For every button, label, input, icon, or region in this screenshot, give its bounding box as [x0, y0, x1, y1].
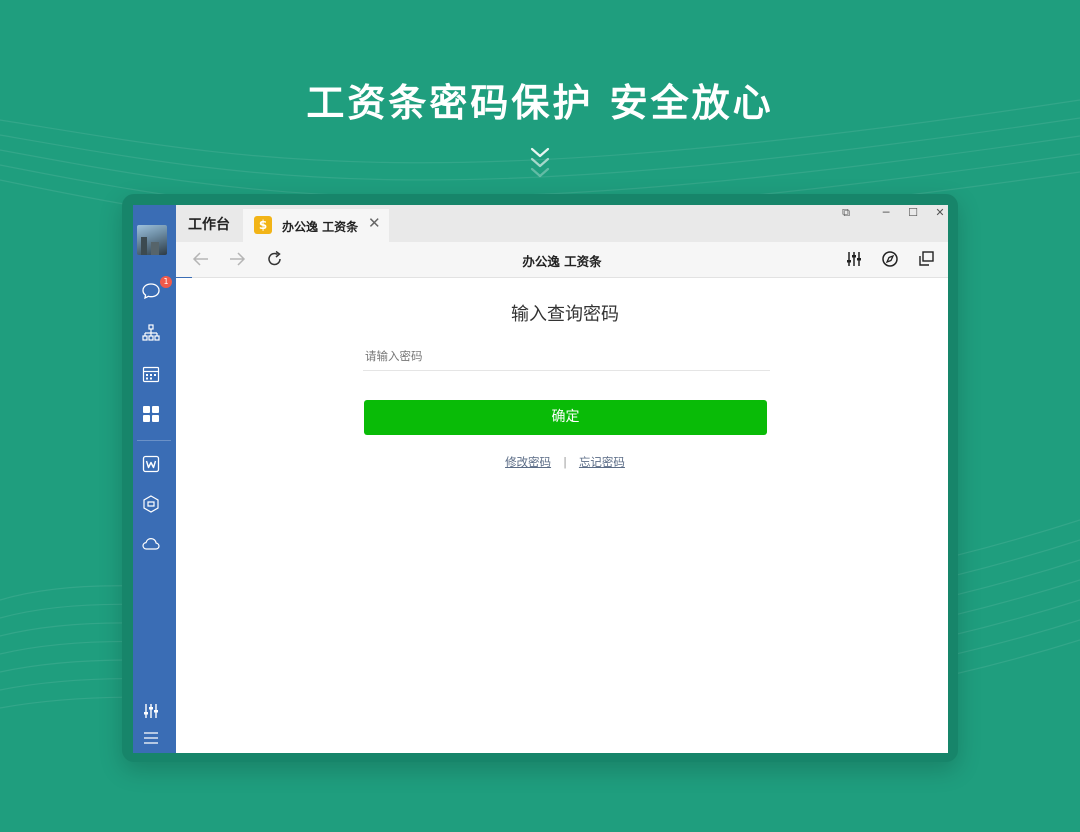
headline: 工资条密码保护 安全放心 — [306, 81, 774, 125]
page-title: 办公逸 工资条 — [522, 254, 602, 269]
password-input[interactable] — [363, 342, 770, 371]
minimize-button[interactable]: ─ — [876, 206, 896, 220]
nav-bar: 办公逸 工资条 — [176, 242, 948, 279]
app-window: 1 工作台 $ 办公逸 工资条 ✕ ⧉ ─ ☐ ✕ 办公逸 工资条 输入查询密码… — [133, 205, 948, 753]
sidebar: 1 — [133, 205, 176, 753]
close-icon[interactable]: ✕ — [368, 214, 381, 232]
forgot-password-link[interactable]: 忘记密码 — [579, 455, 625, 469]
calendar-icon[interactable] — [141, 364, 161, 384]
avatar[interactable] — [137, 225, 167, 255]
login-content: 输入查询密码 确定 修改密码 | 忘记密码 — [176, 278, 948, 753]
cube-icon[interactable] — [141, 494, 161, 514]
new-window-icon[interactable] — [915, 249, 937, 269]
tab-payslip[interactable]: $ 办公逸 工资条 ✕ — [243, 209, 389, 242]
chevron-down-icon — [530, 147, 550, 178]
confirm-button[interactable]: 确定 — [364, 400, 767, 435]
maximize-button[interactable]: ☐ — [903, 206, 923, 220]
cloud-icon[interactable] — [141, 534, 161, 554]
change-password-link[interactable]: 修改密码 — [505, 455, 551, 469]
chat-icon[interactable]: 1 — [141, 276, 172, 301]
settings-sliders-icon[interactable] — [141, 701, 161, 721]
menu-icon[interactable] — [141, 728, 161, 748]
org-chart-icon[interactable] — [141, 323, 161, 343]
close-window-button[interactable]: ✕ — [930, 206, 948, 220]
form-title: 输入查询密码 — [511, 304, 619, 325]
sidebar-divider — [137, 440, 171, 441]
restore-window-icon[interactable]: ⧉ — [836, 206, 856, 220]
sliders-icon[interactable] — [843, 249, 865, 269]
payslip-app-icon: $ — [254, 216, 272, 234]
tab-title: 办公逸 工资条 — [282, 220, 359, 234]
compass-icon[interactable] — [879, 249, 901, 269]
password-links: 修改密码 | 忘记密码 — [176, 454, 948, 470]
link-separator: | — [563, 455, 567, 469]
unread-badge: 1 — [160, 276, 172, 288]
tab-workbench[interactable]: 工作台 — [176, 205, 242, 242]
workbench-grid-icon[interactable] — [141, 404, 161, 424]
wps-doc-icon[interactable] — [141, 454, 161, 474]
tab-bar: 工作台 $ 办公逸 工资条 ✕ ⧉ ─ ☐ ✕ — [176, 205, 948, 242]
